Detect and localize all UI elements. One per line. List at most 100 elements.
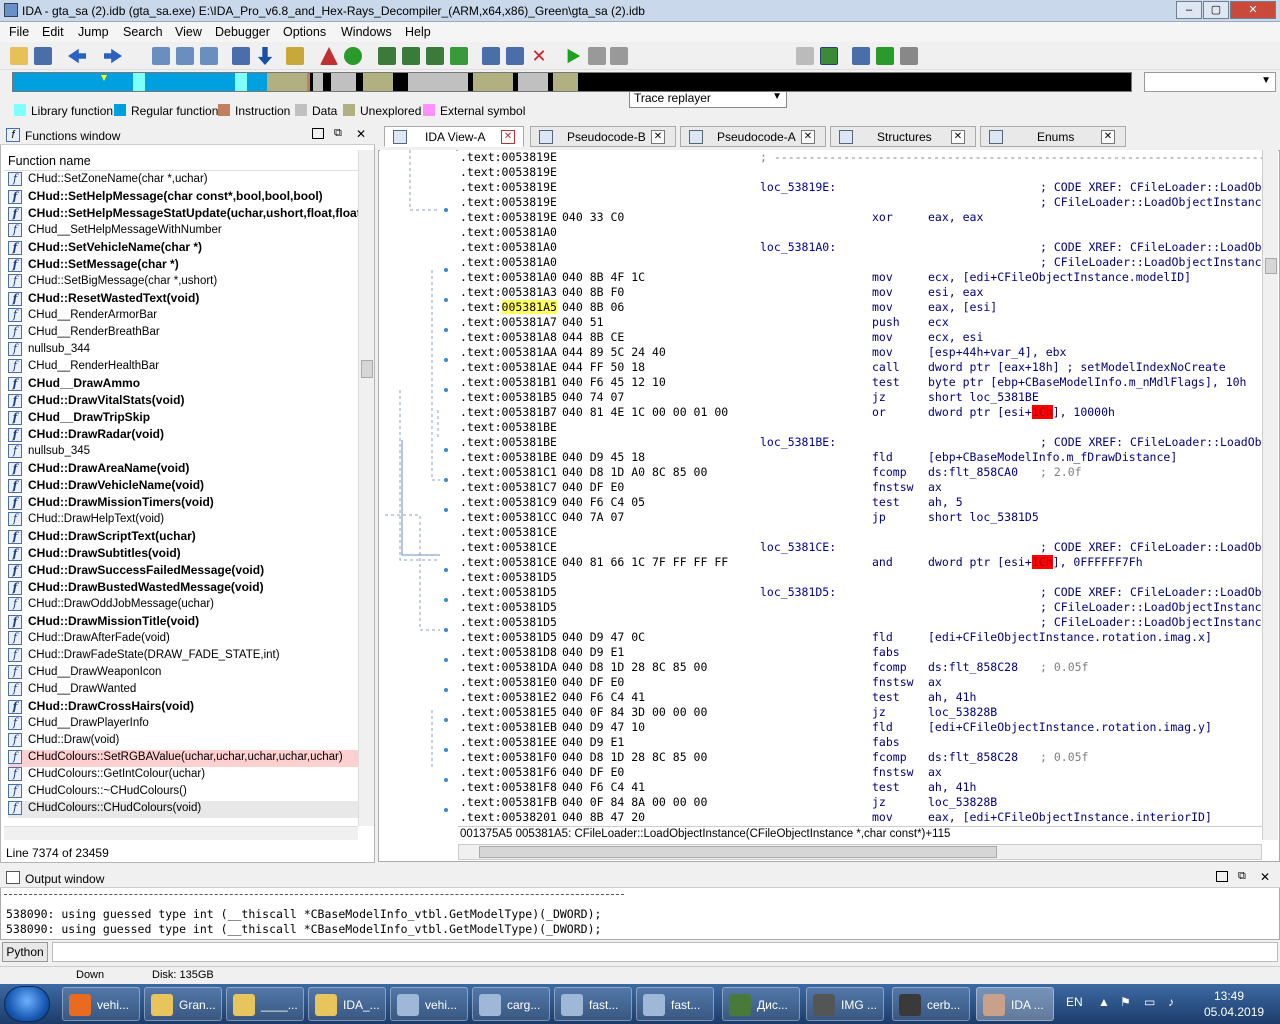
function-row[interactable]: f CHud::DrawBustedWastedMessage(void) (8, 580, 358, 597)
function-row[interactable]: f CHudColours::GetIntColour(uchar) (8, 767, 358, 784)
asm-line[interactable]: .text:005381A3 040 8B F0 mov esi, eax (458, 285, 1262, 300)
jump-down-icon[interactable] (257, 47, 273, 65)
function-row[interactable]: f CHud__DrawWeaponIcon (8, 665, 358, 682)
functions-vscroll[interactable] (358, 150, 374, 826)
close-pane-icon[interactable]: ✕ (1260, 870, 1270, 884)
taskbar-item[interactable]: carg... (472, 987, 550, 1021)
function-row[interactable]: f CHud::DrawAreaName(void) (8, 461, 358, 478)
taskbar-item[interactable]: IDA ... (976, 987, 1054, 1021)
function-row[interactable]: f CHudColours::SetRGBAValue(uchar,uchar,u… (8, 750, 358, 767)
asm-line[interactable]: .text:005381D8 040 D9 E1 fabs (458, 645, 1262, 660)
asm-line[interactable]: .text:0053819E (458, 165, 1262, 180)
close-tab-icon[interactable]: ✕ (951, 130, 965, 144)
ida-view-hscroll-thumb[interactable] (479, 846, 997, 858)
function-row[interactable]: f CHud::DrawAfterFade(void) (8, 631, 358, 648)
close-tab-icon[interactable]: ✕ (501, 130, 515, 144)
function-row[interactable]: f CHud__RenderBreathBar (8, 325, 358, 342)
function-row[interactable]: f CHud::DrawHelpText(void) (8, 512, 358, 529)
function-row[interactable]: f CHud::DrawVitalStats(void) (8, 393, 358, 410)
asm-line[interactable]: .text:005381A7 040 51 push ecx (458, 315, 1262, 330)
asm-line[interactable]: .text:005381CE 040 81 66 1C 7F FF FF FF an… (458, 555, 1262, 570)
function-name-column-header[interactable]: Function name (4, 151, 360, 171)
taskbar-item[interactable]: IMG ... (806, 987, 884, 1021)
function-row[interactable]: f CHud::DrawScriptText(uchar) (8, 529, 358, 546)
menu-debugger[interactable]: Debugger (215, 25, 270, 39)
asm-line[interactable]: .text:005381A0 ; CFileLoader::LoadObjectI… (458, 255, 1262, 270)
stop-icon[interactable] (610, 47, 628, 65)
taskbar-item[interactable]: ____... (226, 987, 304, 1021)
function-row[interactable]: f CHud::DrawSuccessFailedMessage(void) (8, 563, 358, 580)
taskbar-item[interactable]: Дис... (722, 987, 800, 1021)
tab-structures[interactable]: Structures ✕ (830, 126, 976, 147)
menu-search[interactable]: Search (123, 25, 163, 39)
function-row[interactable]: f CHud::DrawSubtitles(void) (8, 546, 358, 563)
asm-line[interactable]: .text:0053819E loc_53819E: ; CODE XREF: CF… (458, 180, 1262, 195)
functions-vscroll-thumb[interactable] (361, 360, 373, 378)
asm-line[interactable]: .text:005381AA 044 89 5C 24 40 mov [esp+44h… (458, 345, 1262, 360)
taskbar-item[interactable]: IDA_... (308, 987, 386, 1021)
open-icon[interactable] (10, 47, 28, 65)
asm-line[interactable]: .text:005381C1 040 D8 1D A0 8C 85 00 fcomp… (458, 465, 1262, 480)
list-icon[interactable] (232, 47, 250, 65)
function-row[interactable]: f CHudColours::~CHudColours() (8, 784, 358, 801)
asm-line[interactable]: .text:0053819E ; CFileLoader::LoadObjectI… (458, 195, 1262, 210)
taskbar-item[interactable]: cerb... (892, 987, 970, 1021)
taskbar-item[interactable]: fast... (636, 987, 714, 1021)
create-function-icon[interactable] (378, 47, 396, 65)
ida-view-vscroll[interactable] (1262, 150, 1278, 840)
close-pane-icon[interactable]: ✕ (356, 127, 366, 141)
network-off-icon[interactable]: ⚑ (1120, 995, 1131, 1009)
ida-view-hscroll[interactable] (458, 844, 1262, 860)
asm-line[interactable]: .text:005381B7 040 81 4E 1C 00 00 01 00 or… (458, 405, 1262, 420)
back-arrow-icon[interactable] (68, 48, 86, 64)
asm-line[interactable]: .text:005381B1 040 F6 45 12 10 test byte pt… (458, 375, 1262, 390)
close-tab-icon[interactable]: ✕ (1101, 130, 1115, 144)
asm-line[interactable]: .text:005381A5 040 8B 06 mov eax, [esi] (458, 300, 1262, 315)
tab-enums[interactable]: Enums ✕ (980, 126, 1126, 147)
function-row[interactable]: f CHud::Draw(void) (8, 733, 358, 750)
attach-icon[interactable] (796, 47, 814, 65)
delete-icon[interactable]: ✕ (530, 47, 548, 65)
menu-help[interactable]: Help (405, 25, 431, 39)
menu-edit[interactable]: Edit (42, 25, 64, 39)
asm-line[interactable]: .text:005381A0 loc_5381A0: ; CODE XREF: CF… (458, 240, 1262, 255)
asm-line[interactable]: .text:005381C7 040 DF E0 fnstsw ax (458, 480, 1262, 495)
volume-icon[interactable]: ♪ (1168, 995, 1174, 1009)
pause-icon[interactable] (588, 47, 606, 65)
function-row[interactable]: f CHud__DrawTripSkip (8, 410, 358, 427)
asm-line[interactable]: .text:005381EB 040 D9 47 10 fld [edi+CFileO… (458, 720, 1262, 735)
trace-icon[interactable] (820, 47, 838, 65)
function-row[interactable]: f CHud::SetHelpMessageStatUpdate(uchar,us… (8, 206, 358, 223)
asm-line[interactable]: .text:005381CE (458, 525, 1262, 540)
asm-line[interactable]: .text:0053819E ; ------------------------… (458, 150, 1262, 165)
function-row[interactable]: f CHud::DrawMissionTitle(void) (8, 614, 358, 631)
save-icon[interactable] (34, 47, 52, 65)
nav-band-select[interactable]: ▼ (1144, 72, 1276, 92)
maximize-pane-icon[interactable] (312, 128, 324, 139)
asm-line[interactable]: .text:00538201 040 8B 47 20 mov eax, [edi+C… (458, 810, 1262, 824)
command-input[interactable] (52, 942, 1278, 962)
close-button[interactable]: ✕ (1230, 1, 1276, 19)
asm-line[interactable]: .text:005381BE (458, 420, 1262, 435)
add-window-icon[interactable] (876, 47, 894, 65)
asm-line[interactable]: .text:005381B5 040 74 07 jz short loc_5381B… (458, 390, 1262, 405)
find-binary-icon[interactable] (200, 47, 218, 65)
navigation-band[interactable] (12, 72, 1132, 92)
language-indicator[interactable]: EN (1066, 995, 1083, 1009)
settings-icon[interactable] (900, 47, 918, 65)
menu-windows[interactable]: Windows (341, 25, 392, 39)
add-item-icon[interactable] (450, 47, 468, 65)
close-tab-icon[interactable]: ✕ (801, 130, 815, 144)
menu-view[interactable]: View (175, 25, 202, 39)
binoculars-icon[interactable] (152, 47, 170, 65)
edit-icon[interactable] (506, 47, 524, 65)
asm-line[interactable]: .text:005381D5 loc_5381D5: ; CODE XREF: CF… (458, 585, 1262, 600)
function-row[interactable]: f CHud::DrawOddJobMessage(uchar) (8, 597, 358, 614)
asm-line[interactable]: .text:005381D5 ; CFileLoader::LoadObjectI… (458, 615, 1262, 630)
function-row[interactable]: f nullsub_344 (8, 342, 358, 359)
function-row[interactable]: f CHud::DrawRadar(void) (8, 427, 358, 444)
function-row[interactable]: f CHud::SetBigMessage(char *,ushort) (8, 274, 358, 291)
menu-jump[interactable]: Jump (78, 25, 109, 39)
asm-line[interactable]: .text:005381AE 044 FF 50 18 call dword ptr … (458, 360, 1262, 375)
asm-line[interactable]: .text:005381BE loc_5381BE: ; CODE XREF: CF… (458, 435, 1262, 450)
